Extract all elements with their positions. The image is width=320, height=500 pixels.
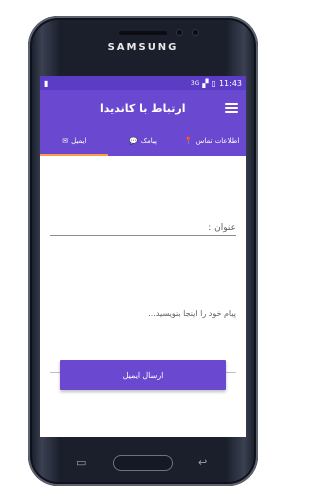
tab-sms-label: پیامک bbox=[140, 137, 157, 145]
page-title: ارتباط با کاندیدا bbox=[100, 101, 186, 115]
signal-icon: ▞ bbox=[202, 78, 209, 88]
email-icon: ✉ bbox=[62, 137, 69, 145]
tab-bar: ایمیل ✉ پیامک 💬 اطلاعات تماس 📍 bbox=[40, 126, 246, 156]
tab-contact-info[interactable]: اطلاعات تماس 📍 bbox=[177, 126, 246, 156]
tab-email-label: ایمیل bbox=[71, 137, 87, 145]
message-field[interactable]: پیام خود را اینجا بنویسید... bbox=[50, 309, 236, 318]
app-bar: ارتباط با کاندیدا bbox=[40, 90, 246, 126]
subject-field[interactable]: عنوان : bbox=[50, 223, 236, 236]
clock: 11:43 bbox=[218, 78, 242, 88]
battery-icon: ▯ bbox=[211, 78, 216, 88]
tab-email[interactable]: ایمیل ✉ bbox=[40, 126, 109, 156]
tab-contact-info-label: اطلاعات تماس bbox=[195, 137, 240, 145]
proximity-sensor bbox=[192, 29, 199, 36]
phone-frame: SAMSUNG ▮ 3G ▞ ▯ 11:43 ارتباط با کاندیدا… bbox=[28, 16, 258, 486]
tab-sms[interactable]: پیامک 💬 bbox=[109, 126, 178, 156]
menu-icon[interactable] bbox=[225, 103, 238, 113]
screen: ▮ 3G ▞ ▯ 11:43 ارتباط با کاندیدا ایمیل ✉… bbox=[40, 76, 246, 437]
pin-icon: 📍 bbox=[184, 137, 193, 145]
message-placeholder: پیام خود را اینجا بنویسید... bbox=[148, 309, 236, 318]
front-camera bbox=[176, 29, 183, 36]
send-email-button[interactable]: ارسال ایمیل bbox=[60, 360, 226, 390]
chat-icon: 💬 bbox=[129, 137, 138, 145]
home-button[interactable] bbox=[113, 455, 173, 471]
subject-label: عنوان : bbox=[208, 223, 236, 233]
email-form: عنوان : پیام خود را اینجا بنویسید... ارس… bbox=[40, 156, 246, 437]
device-brand: SAMSUNG bbox=[107, 42, 179, 53]
speaker-grille bbox=[119, 31, 167, 35]
back-key[interactable]: ↩ bbox=[198, 456, 207, 469]
recent-apps-key[interactable]: ▭ bbox=[76, 456, 86, 469]
status-bar: ▮ 3G ▞ ▯ 11:43 bbox=[40, 76, 246, 90]
notification-icon: ▮ bbox=[44, 78, 49, 88]
network-type: 3G bbox=[190, 79, 200, 87]
